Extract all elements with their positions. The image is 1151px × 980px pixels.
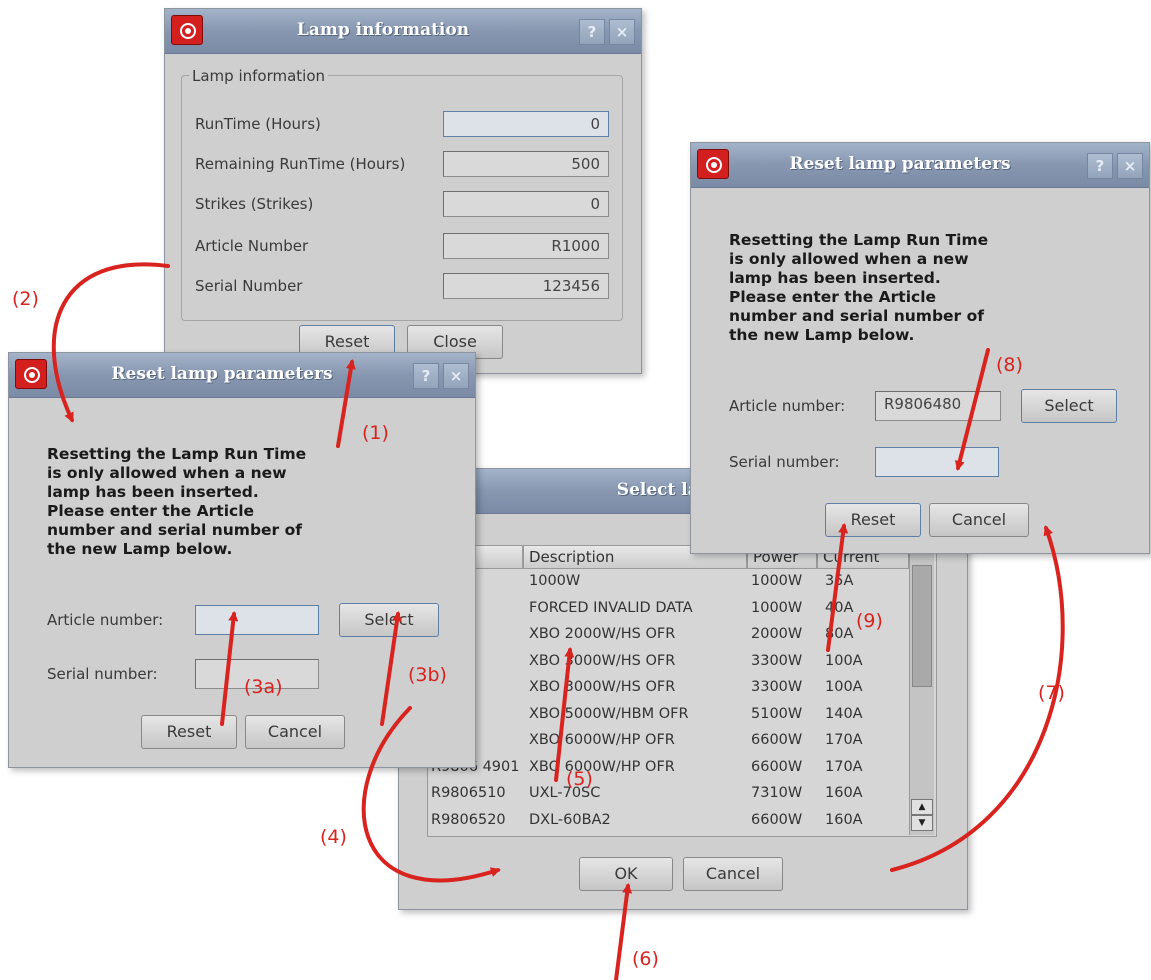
arrow-2 <box>51 262 170 423</box>
arrow-3b <box>380 611 402 726</box>
annotation-5: (5) <box>566 768 593 790</box>
annotation-8: (8) <box>996 354 1023 376</box>
arrow-9 <box>826 523 849 652</box>
annotation-3a: (3a) <box>244 676 283 698</box>
annotation-3b: (3b) <box>408 664 447 686</box>
arrow-6 <box>614 883 633 980</box>
arrow-1 <box>336 359 356 448</box>
annotation-4: (4) <box>320 826 347 848</box>
arrow-4 <box>361 706 501 883</box>
annotation-1: (1) <box>362 422 389 444</box>
arrow-5 <box>554 647 575 782</box>
annotation-arrows <box>51 262 1065 980</box>
annotation-6: (6) <box>632 948 659 970</box>
annotation-7: (7) <box>1038 682 1065 704</box>
arrow-8 <box>954 348 990 471</box>
annotation-2: (2) <box>12 288 39 310</box>
annotation-9: (9) <box>856 610 883 632</box>
arrow-3a <box>220 611 239 726</box>
